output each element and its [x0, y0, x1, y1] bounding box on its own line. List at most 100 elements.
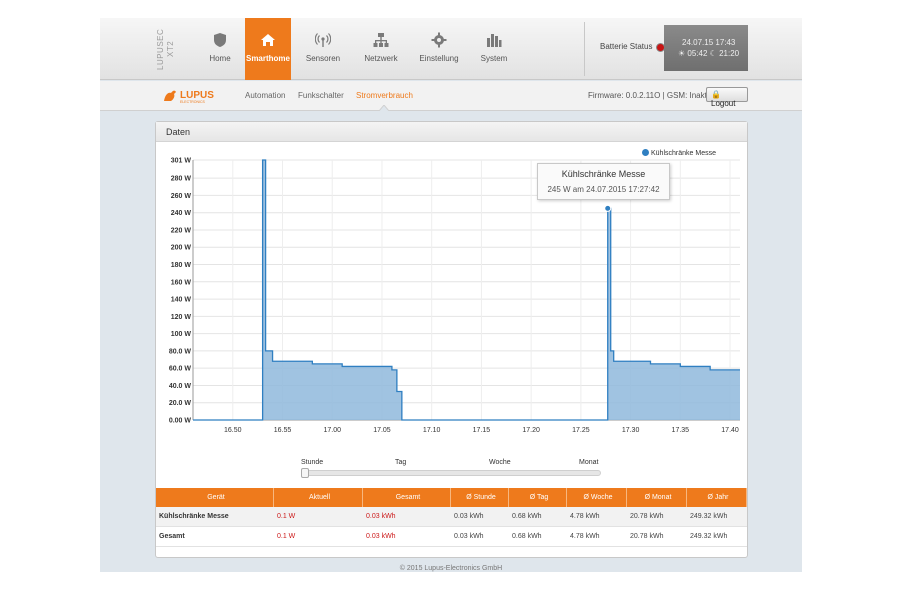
cell-avg-month: 20.78 kWh — [630, 533, 664, 540]
shield-icon — [214, 33, 226, 47]
y-tick-label: 140 W — [171, 297, 192, 304]
x-tick-label: 17.05 — [373, 427, 391, 434]
y-tick-label: 20.0 W — [169, 400, 192, 407]
cell-avg-hour: 0.03 kWh — [454, 513, 484, 520]
nav-system-label: System — [480, 54, 508, 63]
y-tick-label: 80.0 W — [169, 348, 192, 355]
sunset-time: 21:20 — [719, 49, 740, 58]
chart-tooltip: Kühlschränke Messe 245 W am 24.07.2015 1… — [537, 163, 670, 200]
y-tick-label: 301 W — [171, 158, 192, 165]
nav-home[interactable]: Home — [196, 18, 244, 80]
house-icon — [261, 34, 275, 46]
cell-current: 0.1 W — [277, 513, 296, 520]
bars-icon — [487, 34, 502, 47]
col-header: Ø Jahr — [687, 488, 747, 507]
lock-icon: 🔒 — [711, 90, 721, 99]
panel-title: Daten — [156, 122, 747, 142]
col-header: Ø Tag — [509, 488, 567, 507]
y-tick-label: 240 W — [171, 210, 192, 217]
x-tick-label: 17.40 — [721, 427, 739, 434]
y-tick-label: 280 W — [171, 176, 192, 183]
lupus-logo: LUPUS ELECTRONICS — [164, 90, 214, 104]
device-name: LUPUSEC XT2 — [156, 28, 175, 70]
sunrise-time: 05:42 — [687, 49, 708, 58]
clock-widget: 24.07.15 17:43 ☀ 05:42 ☾ 21:20 — [664, 25, 748, 71]
range-option-monat[interactable]: Monat — [579, 459, 598, 466]
nav-einstellung[interactable]: Einstellung — [410, 18, 468, 80]
y-tick-label: 100 W — [171, 331, 192, 338]
cell-avg-month: 20.78 kWh — [630, 513, 664, 520]
footer-copyright: © 2015 Lupus-Electronics GmbH — [399, 565, 503, 572]
gear-icon — [431, 32, 447, 48]
table-row: Gesamt 0.1 W 0.03 kWh 0.03 kWh 0.68 kWh … — [156, 527, 747, 547]
cell-avg-week: 4.78 kWh — [570, 533, 600, 540]
cell-avg-hour: 0.03 kWh — [454, 533, 484, 540]
nav-netzwerk-label: Netzwerk — [364, 54, 398, 63]
nav-sensoren[interactable]: Sensoren — [294, 18, 352, 80]
range-option-tag[interactable]: Tag — [395, 459, 406, 466]
cell-current: 0.1 W — [277, 533, 296, 540]
col-header: Ø Monat — [627, 488, 687, 507]
nav-system[interactable]: System — [468, 18, 520, 80]
active-tab-pointer — [379, 105, 389, 111]
nav-home-label: Home — [209, 54, 231, 63]
chart-legend[interactable]: Kühlschränke Messe — [642, 149, 716, 157]
range-handle[interactable] — [301, 468, 309, 478]
nav-smarthome[interactable]: Smarthome — [245, 18, 291, 80]
sunrise-icon: ☀ — [678, 49, 686, 58]
y-tick-label: 200 W — [171, 245, 192, 252]
cell-avg-week: 4.78 kWh — [570, 513, 600, 520]
y-tick-label: 220 W — [171, 227, 192, 234]
x-tick-label: 17.35 — [672, 427, 690, 434]
col-header: Gerät — [156, 488, 274, 507]
cell-total: 0.03 kWh — [366, 533, 396, 540]
cell-avg-day: 0.68 kWh — [512, 513, 542, 520]
logout-label: Logout — [711, 99, 736, 108]
sun-times: ☀ 05:42 ☾ 21:20 — [678, 48, 748, 59]
y-tick-label: 120 W — [171, 314, 192, 321]
cell-total: 0.03 kWh — [366, 513, 396, 520]
datetime: 24.07.15 17:43 — [682, 38, 736, 47]
x-tick-label: 17.25 — [572, 427, 590, 434]
y-tick-label: 60.0 W — [169, 366, 192, 373]
antenna-icon — [315, 33, 331, 47]
col-header: Ø Stunde — [451, 488, 509, 507]
col-header: Aktuell — [274, 488, 363, 507]
cell-device: Gesamt — [159, 533, 185, 540]
top-bar: LUPUSEC XT2 Home Smarthome Sensoren Netz… — [100, 18, 802, 80]
x-tick-label: 17.10 — [423, 427, 441, 434]
range-track[interactable] — [301, 470, 601, 476]
y-tick-label: 180 W — [171, 262, 192, 269]
battery-status-label: Batterie Status — [600, 42, 653, 51]
cell-avg-day: 0.68 kWh — [512, 533, 542, 540]
legend-label: Kühlschränke Messe — [651, 150, 716, 157]
table-header: Gerät Aktuell Gesamt Ø Stunde Ø Tag Ø Wo… — [156, 488, 747, 507]
x-tick-label: 17.30 — [622, 427, 640, 434]
y-tick-label: 160 W — [171, 279, 192, 286]
x-tick-label: 17.00 — [323, 427, 341, 434]
subtab-stromverbrauch[interactable]: Stromverbrauch — [356, 91, 413, 100]
x-tick-label: 16.50 — [224, 427, 242, 434]
logout-button[interactable]: 🔒 Logout — [706, 87, 748, 108]
logo-sub: ELECTRONICS — [180, 100, 206, 104]
nav-smarthome-label: Smarthome — [245, 54, 290, 63]
nav-netzwerk[interactable]: Netzwerk — [352, 18, 410, 80]
cell-device: Kühlschränke Messe — [159, 513, 229, 520]
cell-avg-year: 249.32 kWh — [690, 513, 728, 520]
subtab-automation[interactable]: Automation — [245, 91, 285, 100]
moon-icon: ☾ — [709, 49, 717, 58]
subtab-funkschalter[interactable]: Funkschalter — [298, 91, 344, 100]
app-window: LUPUSEC XT2 Home Smarthome Sensoren Netz… — [100, 18, 802, 572]
nav-sensoren-label: Sensoren — [305, 54, 341, 63]
y-tick-label: 260 W — [171, 193, 192, 200]
firmware-status: Firmware: 0.0.2.11O | GSM: Inaktiv — [588, 91, 713, 100]
range-option-woche[interactable]: Woche — [489, 459, 511, 466]
network-icon — [373, 33, 389, 47]
range-selector[interactable]: Stunde Tag Woche Monat — [301, 459, 601, 479]
y-tick-label: 40.0 W — [169, 383, 192, 390]
col-header: Ø Woche — [567, 488, 627, 507]
range-option-stunde[interactable]: Stunde — [301, 459, 323, 466]
x-tick-label: 17.15 — [473, 427, 491, 434]
tooltip-title: Kühlschränke Messe — [561, 169, 646, 179]
sub-bar: LUPUS ELECTRONICS Automation Funkschalte… — [100, 81, 802, 111]
